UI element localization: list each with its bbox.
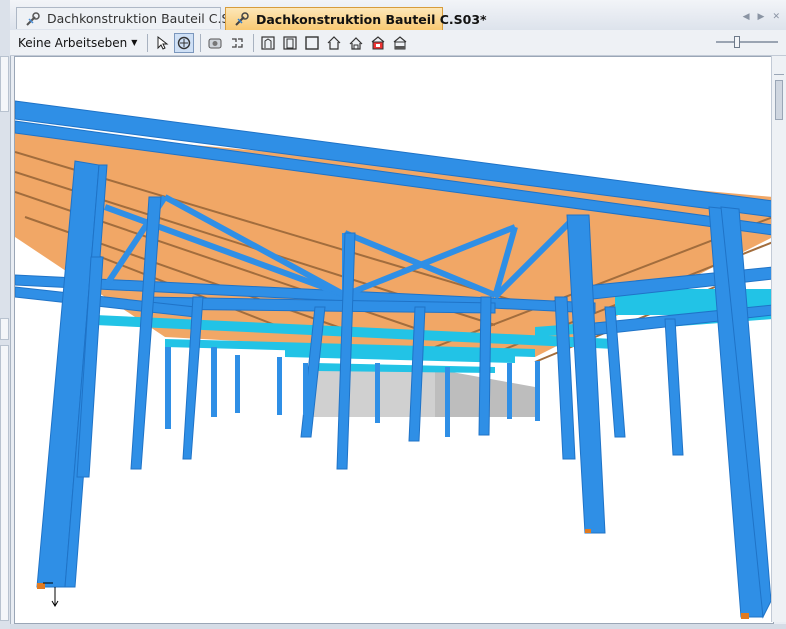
view-gable-button[interactable]	[346, 33, 366, 53]
bottom-border	[10, 624, 786, 629]
scrollbar-top-tick	[774, 56, 784, 75]
tab-scroll-right-icon[interactable]: ▶	[758, 12, 765, 22]
viewport-scrollbar[interactable]	[771, 56, 786, 622]
view-house-button[interactable]	[324, 33, 344, 53]
view-toolbar: Keine Arbeitseben ▼	[10, 30, 786, 56]
view-top-icon	[305, 35, 320, 50]
view-base-button[interactable]	[390, 33, 410, 53]
select-tool-button[interactable]	[152, 33, 172, 53]
wrench-icon	[234, 11, 250, 27]
orbit-tool-button[interactable]	[174, 32, 195, 53]
view-house-icon	[327, 35, 341, 50]
view-front-icon	[261, 35, 275, 50]
view-top-button[interactable]	[302, 33, 322, 53]
tab-label: Dachkonstruktion Bauteil C.S03*	[47, 11, 252, 26]
wrench-icon	[25, 11, 41, 27]
document-tab-bar: Dachkonstruktion Bauteil C.S03* Dachkons…	[10, 0, 786, 31]
layer-dropdown[interactable]: Keine Arbeitseben ▼	[10, 33, 143, 53]
pointer-icon	[157, 35, 169, 50]
view-house-gable-icon	[349, 36, 363, 50]
tab-document-2[interactable]: Dachkonstruktion Bauteil C.S03*	[225, 7, 487, 30]
view-house-floor-icon	[371, 35, 385, 49]
view-house-base-icon	[393, 35, 407, 49]
tab-document-1[interactable]: Dachkonstruktion Bauteil C.S03*	[16, 7, 252, 29]
chevron-down-icon: ▼	[131, 38, 138, 47]
zoom-slider[interactable]	[716, 35, 778, 49]
toolbar-separator	[253, 33, 255, 52]
tab-scroll-left-icon[interactable]: ◀	[743, 12, 750, 22]
tab-label: Dachkonstruktion Bauteil C.S03*	[256, 11, 487, 27]
3d-model-viewport[interactable]	[14, 56, 774, 624]
view-side-icon	[283, 35, 297, 50]
layer-dropdown-value: Keine Arbeitseben	[18, 35, 128, 50]
zoom-slider-thumb[interactable]	[734, 36, 740, 48]
camera-icon	[208, 38, 222, 48]
steel-structure-3d-view	[15, 100, 773, 619]
rotate-view-icon	[178, 36, 191, 49]
left-panel-edge	[0, 0, 11, 629]
view-front-button[interactable]	[258, 33, 278, 53]
close-icon[interactable]: ✕	[772, 12, 780, 22]
scrollbar-thumb[interactable]	[775, 80, 783, 120]
toolbar-separator	[147, 33, 149, 52]
tab-navigation: ◀ ▶ ✕	[743, 12, 780, 22]
view-floor-button[interactable]	[368, 33, 388, 53]
base-plates	[37, 529, 749, 619]
explode-view-button[interactable]	[227, 33, 247, 53]
camera-button[interactable]	[205, 33, 225, 53]
toolbar-separator	[200, 33, 202, 52]
view-side-button[interactable]	[280, 33, 300, 53]
scatter-icon	[232, 37, 244, 48]
